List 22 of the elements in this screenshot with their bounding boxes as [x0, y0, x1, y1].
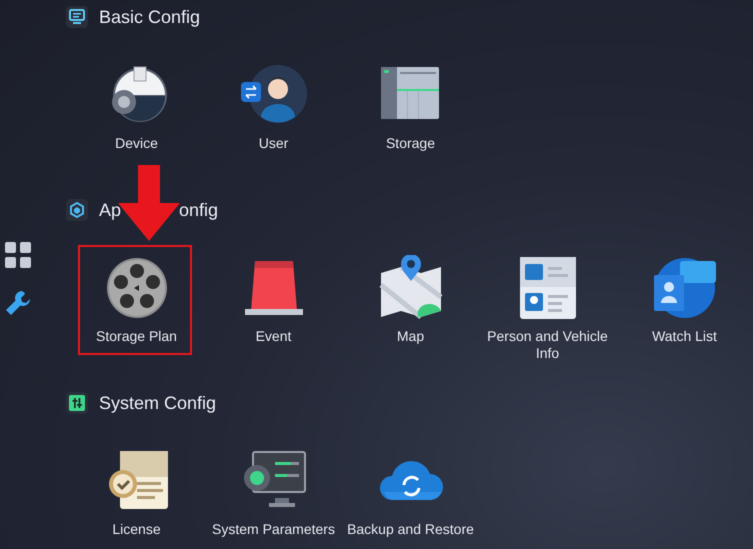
person-list-icon	[652, 255, 718, 321]
config-tile[interactable]: Device	[68, 63, 205, 152]
wrench-icon[interactable]	[5, 290, 31, 316]
config-tile[interactable]: Storage	[342, 63, 479, 152]
config-tile[interactable]: Backup and Restore	[342, 449, 479, 538]
config-tile[interactable]: System Parameters	[205, 449, 342, 538]
sliders-icon	[66, 392, 88, 414]
monitor-icon	[66, 6, 88, 28]
config-tile[interactable]: Storage Plan	[68, 256, 205, 345]
config-tile[interactable]: Map	[342, 256, 479, 345]
config-tile[interactable]: License	[68, 449, 205, 538]
config-tile[interactable]: Person and Vehicle Info	[479, 256, 616, 362]
cube-icon	[66, 199, 88, 221]
section-heading: onfig	[179, 200, 218, 220]
apps-grid-icon[interactable]	[5, 242, 31, 268]
map-pin-icon	[378, 255, 444, 321]
section-heading: Basic Config	[99, 6, 200, 28]
section-heading: System Config	[99, 392, 216, 414]
config-tile[interactable]: Watch List	[616, 256, 753, 345]
section-heading: Ap	[99, 200, 122, 220]
config-tile[interactable]: Event	[205, 256, 342, 345]
config-tile[interactable]: User	[205, 63, 342, 152]
